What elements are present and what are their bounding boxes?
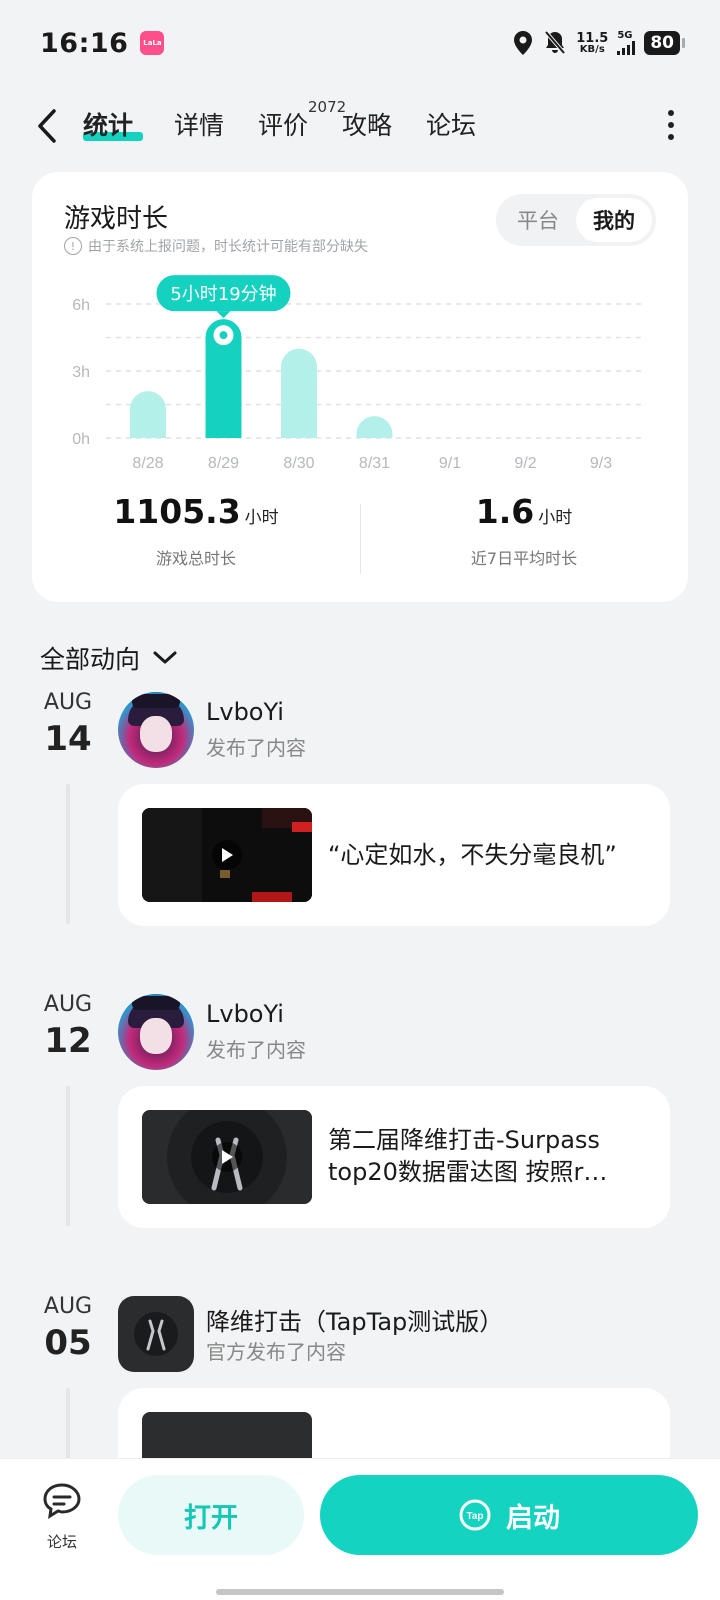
app-notification-icon: LaLa: [140, 31, 165, 55]
avatar[interactable]: [118, 692, 194, 768]
playtime-stats: 1105.3 小时 游戏总时长 1.6 小时 近7日平均时长: [32, 492, 688, 592]
y-tick-label: 3h: [72, 364, 90, 381]
y-tick-label: 0h: [72, 431, 90, 448]
launch-label: 启动: [506, 1502, 560, 1534]
taptap-logo-icon: Tap: [459, 1499, 491, 1531]
location-icon: [514, 31, 533, 55]
bottom-action-bar: 论坛 打开 Tap 启动: [0, 1458, 720, 1600]
timeline-line: [66, 784, 70, 924]
post-title: 第二届降维打击-Surpass top20数据雷达图 按照r…: [328, 1126, 608, 1186]
segment-platform[interactable]: 平台: [500, 198, 576, 242]
info-icon: !: [64, 237, 82, 255]
play-icon: [212, 1142, 242, 1172]
video-thumbnail: [142, 1110, 312, 1204]
net-speed: 11.5 KB/s: [576, 30, 609, 55]
open-button[interactable]: 打开: [118, 1475, 304, 1555]
more-options-icon[interactable]: [664, 110, 678, 140]
playtime-chart: 0h 3h 6h 8/28 5小时19分钟 8/29 8/30 8/31 9/1 9/2 9/3: [72, 275, 644, 472]
mute-bell-icon: [544, 30, 566, 55]
playtime-card: 游戏时长 ! 由于系统上报问题，时长统计可能有部分缺失 平台 我的 0h 3h 6h…: [32, 172, 688, 602]
entry-date: AUG 14: [43, 690, 93, 759]
review-count-badge: 2072: [308, 98, 347, 116]
x-tick-label: 9/1: [439, 455, 461, 472]
chart-bar: [130, 391, 166, 438]
x-tick-label: 8/28: [132, 455, 163, 472]
author-action: 发布了内容: [206, 736, 306, 760]
author-name[interactable]: LvboYi: [206, 1000, 284, 1028]
game-icon[interactable]: [118, 1296, 194, 1372]
card-title: 游戏时长: [64, 204, 169, 234]
svg-text:Tap: Tap: [466, 1511, 483, 1522]
video-thumbnail: [142, 808, 312, 902]
launch-button[interactable]: Tap 启动: [320, 1475, 698, 1555]
post-title: “心定如水，不失分毫良机”: [328, 841, 617, 869]
post-card[interactable]: 第二届降维打击-Surpass top20数据雷达图 按照r…: [118, 1086, 670, 1228]
x-tick-label: 9/3: [590, 455, 612, 472]
home-indicator[interactable]: [216, 1589, 504, 1595]
card-note: ! 由于系统上报问题，时长统计可能有部分缺失: [64, 236, 368, 256]
x-tick-label: 8/31: [359, 455, 390, 472]
tab-forum[interactable]: 论坛: [426, 106, 476, 142]
author-name[interactable]: 降维打击（TapTap测试版）: [206, 1302, 503, 1337]
highlight-marker-dot: [219, 331, 228, 340]
x-tick-label: 8/30: [283, 455, 314, 472]
author-name[interactable]: LvboYi: [206, 698, 284, 726]
tab-details[interactable]: 详情: [174, 106, 224, 142]
chart-bar: [356, 416, 393, 438]
highlight-label: 5小时19分钟: [170, 284, 276, 305]
battery-icon: 80: [644, 31, 685, 55]
post-card[interactable]: “心定如水，不失分毫良机”: [118, 784, 670, 926]
author-action: 发布了内容: [206, 1038, 306, 1062]
chevron-down-icon: [153, 651, 177, 664]
tab-stats[interactable]: 统计: [83, 106, 133, 142]
status-time: 16:16: [40, 27, 129, 59]
forum-icon: [43, 1483, 81, 1519]
chart-bar: [281, 348, 317, 438]
forum-label: 论坛: [46, 1533, 77, 1551]
y-tick-label: 6h: [72, 297, 90, 314]
entry-date: AUG 12: [43, 992, 93, 1061]
timeline-line: [66, 1086, 70, 1226]
author-action: 官方发布了内容: [206, 1340, 346, 1364]
x-tick-label: 9/2: [514, 455, 536, 472]
back-arrow-icon[interactable]: [32, 108, 62, 144]
entry-date: AUG 05: [43, 1294, 93, 1363]
x-tick-label: 8/29: [208, 455, 239, 472]
tab-guides[interactable]: 攻略: [342, 106, 392, 142]
highlight-tooltip-arrow: [216, 311, 231, 319]
play-icon: [212, 840, 242, 870]
avatar[interactable]: [118, 994, 194, 1070]
total-playtime: 1105.3 小时 游戏总时长: [113, 492, 279, 568]
feed-filter-dropdown[interactable]: 全部动向: [40, 640, 178, 676]
avg-playtime: 1.6 小时 近7日平均时长: [470, 492, 578, 568]
top-nav: 统计 详情 评价 2072 攻略 论坛: [0, 90, 720, 160]
forum-button[interactable]: 论坛: [36, 1481, 88, 1552]
feed-filter-label: 全部动向: [40, 645, 141, 674]
status-icons: 11.5 KB/s 5G 80: [512, 30, 685, 56]
tab-reviews[interactable]: 评价: [258, 106, 308, 142]
status-bar: 16:16 LaLa 11.5 KB/s 5G 80: [0, 0, 720, 86]
segment-mine[interactable]: 我的: [576, 198, 652, 242]
signal-icon: 5G: [617, 31, 636, 55]
platform-mine-toggle: 平台 我的: [496, 194, 656, 246]
